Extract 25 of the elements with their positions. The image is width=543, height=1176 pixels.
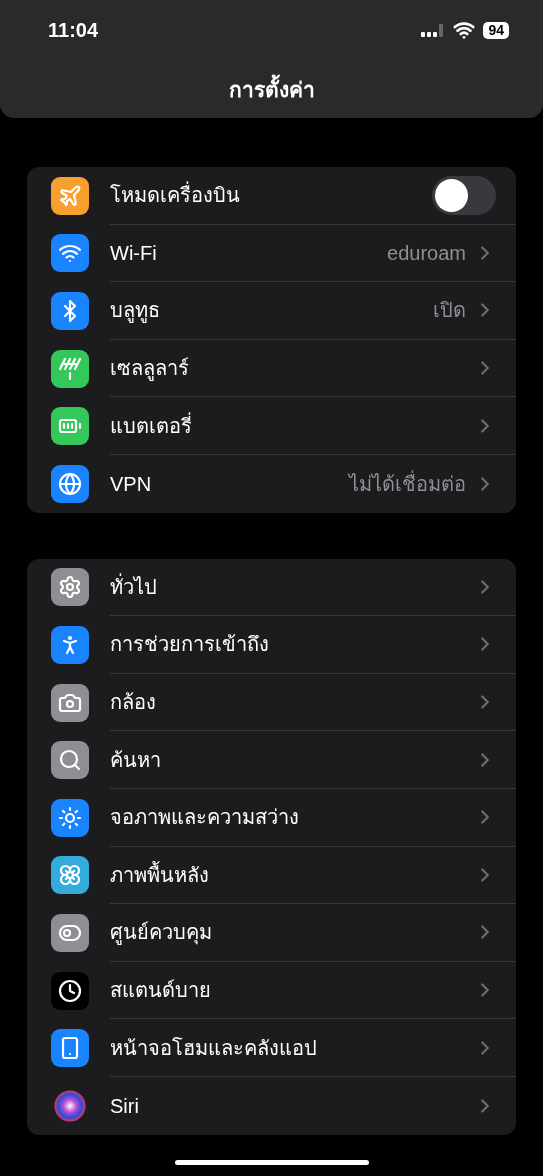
setting-label[interactable]: โหมดเครื่องบิน	[110, 180, 432, 211]
setting-label[interactable]: ค้นหา	[110, 744, 474, 775]
setting-value: เปิด	[433, 298, 466, 324]
setting-label[interactable]: ศูนย์ควบคุม	[110, 917, 474, 948]
setting-label[interactable]: Siri	[110, 1090, 474, 1121]
setting-label[interactable]: สแตนด์บาย	[110, 975, 474, 1005]
setting-label[interactable]: VPN	[110, 468, 349, 499]
setting-label[interactable]: จอภาพและความสว่าง	[110, 802, 474, 833]
setting-label[interactable]: การช่วยการเข้าถึง	[110, 629, 474, 660]
setting-label[interactable]: ทั่วไป	[110, 571, 474, 602]
battery-level: 94	[483, 21, 509, 39]
wifi-icon	[453, 19, 476, 41]
setting-label[interactable]: บลูทูธ	[110, 295, 433, 326]
setting-label[interactable]: แบตเตอรี่	[110, 410, 474, 441]
setting-label[interactable]: Wi-Fi	[110, 237, 388, 268]
status-time: 11:04	[48, 18, 99, 43]
setting-label[interactable]: เซลลูลาร์	[110, 353, 474, 384]
toggle-switch[interactable]	[432, 175, 496, 215]
signal-icon	[421, 22, 446, 38]
setting-label[interactable]: หน้าจอโฮมและคลังแอป	[110, 1032, 474, 1063]
setting-value: eduroam	[387, 240, 466, 266]
page-title: การตั้งค่า	[228, 74, 315, 106]
setting-label[interactable]: กล้อง	[110, 687, 474, 718]
setting-value: ไม่ได้เชื่อมต่อ	[349, 469, 466, 497]
setting-label[interactable]: ภาพพื้นหลัง	[110, 859, 474, 890]
